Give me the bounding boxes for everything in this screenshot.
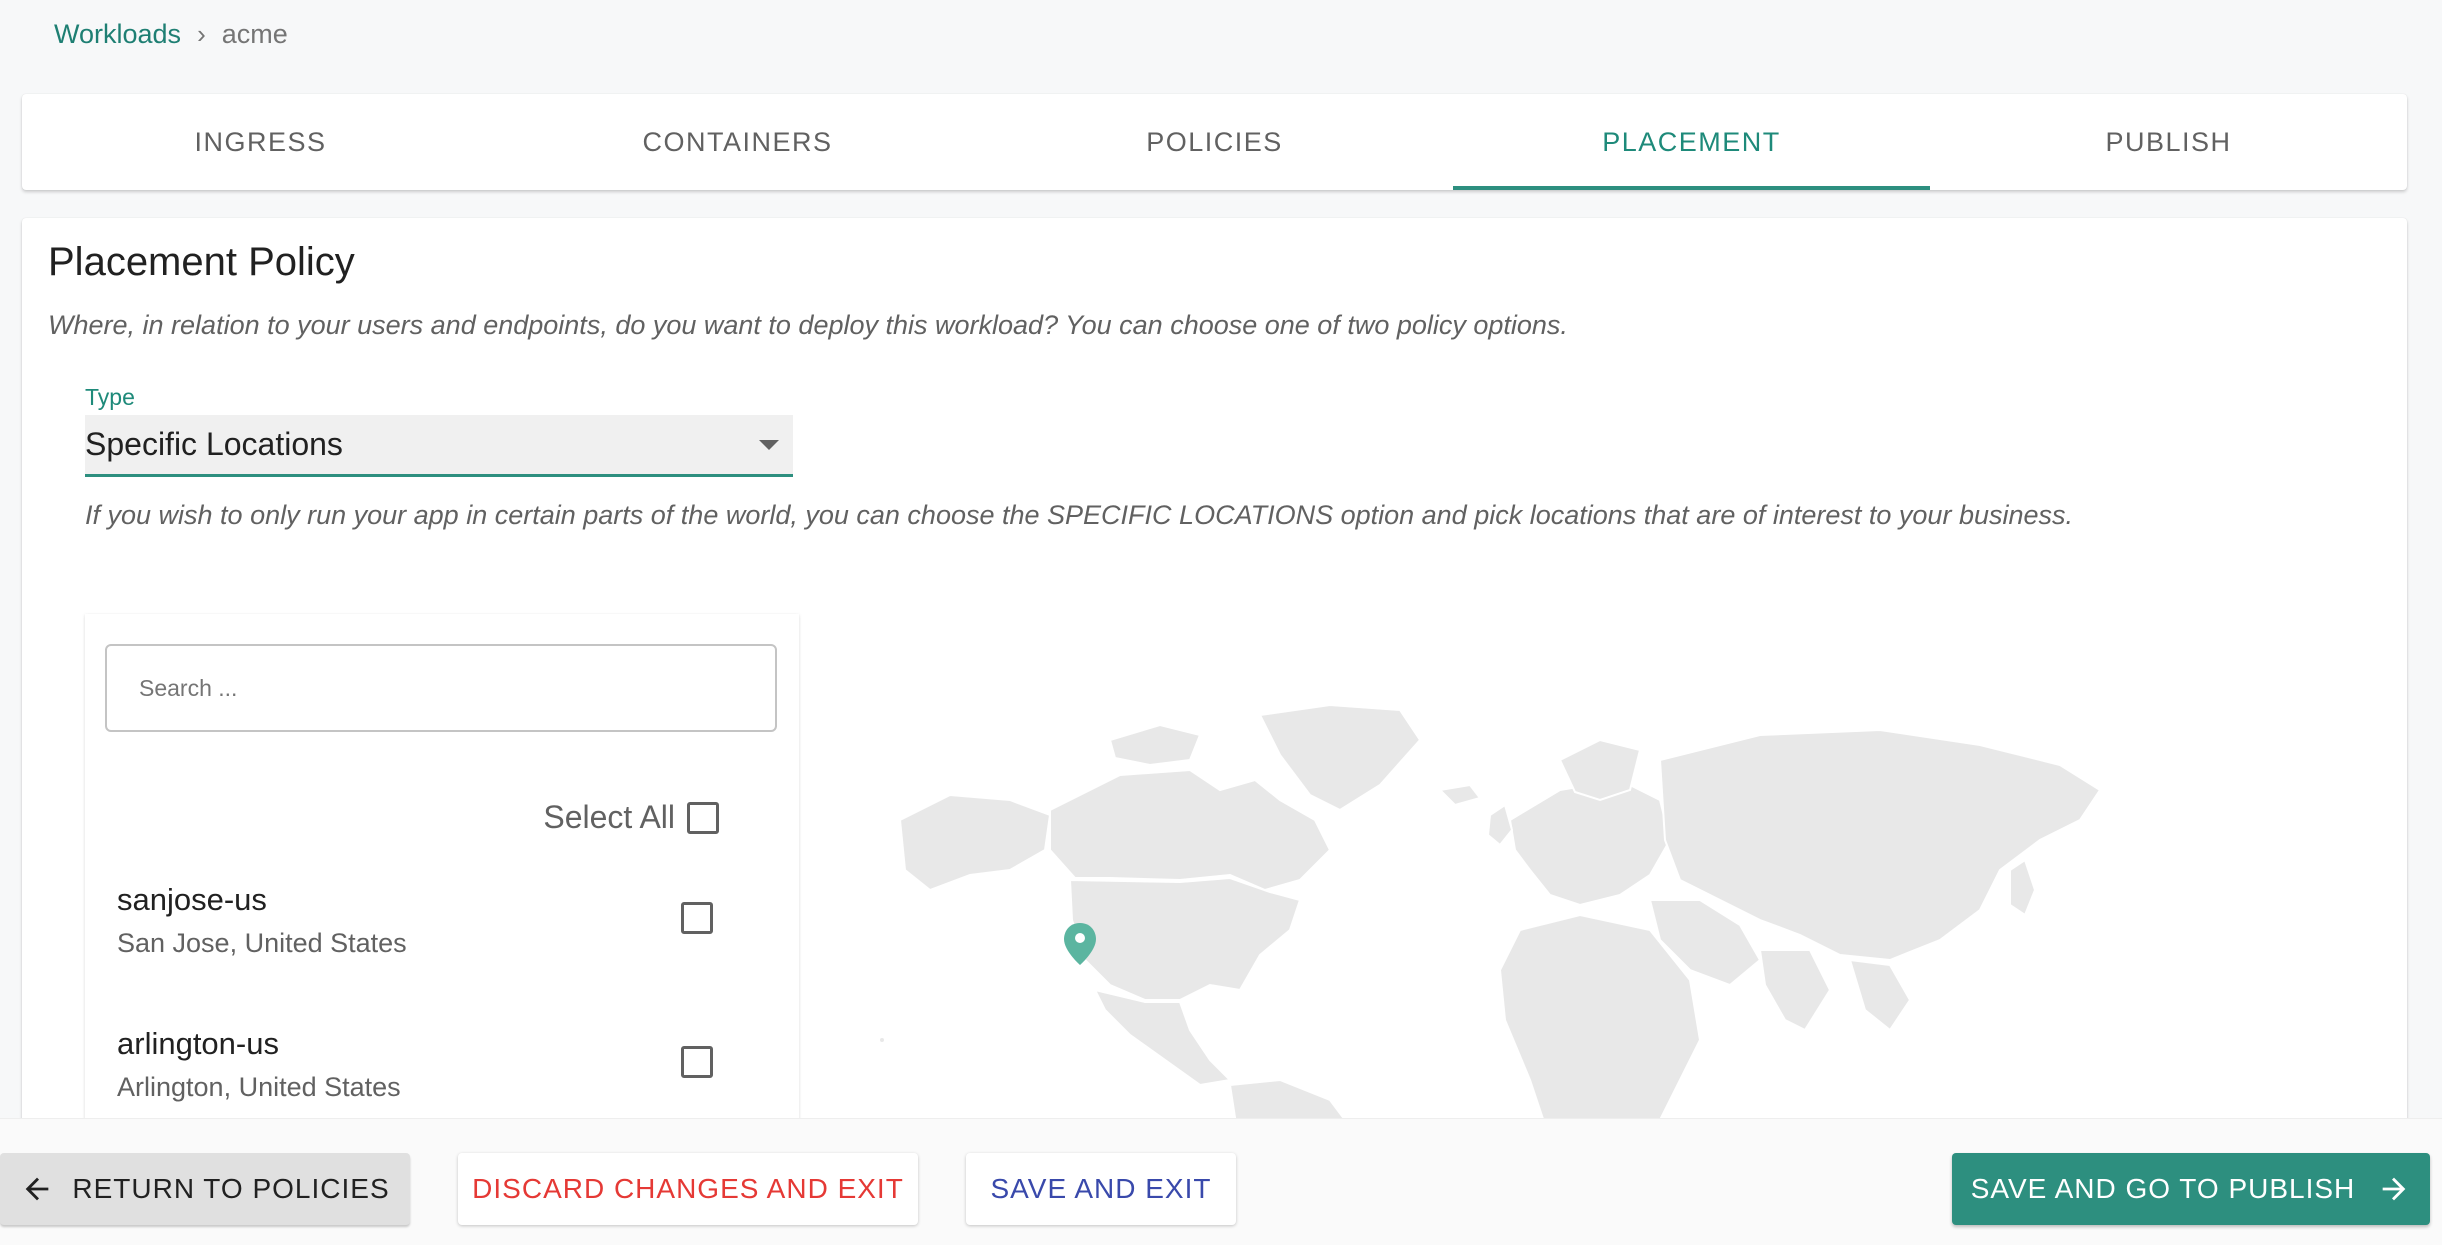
- type-help-text: If you wish to only run your app in cert…: [85, 500, 2074, 530]
- save-and-exit-button[interactable]: SAVE AND EXIT: [966, 1153, 1236, 1225]
- tab-policies[interactable]: POLICIES: [976, 94, 1453, 190]
- mexico-region: [1093, 988, 1233, 1087]
- location-city: Arlington, United States: [117, 1072, 401, 1102]
- discard-changes-button[interactable]: DISCARD CHANGES AND EXIT: [458, 1153, 918, 1225]
- placement-description: Where, in relation to your users and end…: [48, 310, 1568, 340]
- arrow-right-icon: [2382, 1177, 2406, 1201]
- type-select-value: Specific Locations: [85, 426, 343, 462]
- location-search-input[interactable]: [105, 644, 777, 732]
- location-city: San Jose, United States: [117, 928, 407, 958]
- return-to-policies-button[interactable]: RETURN TO POLICIES: [0, 1153, 410, 1225]
- tab-ingress[interactable]: INGRESS: [22, 94, 499, 190]
- arrow-left-icon: [26, 1177, 49, 1201]
- uk-region: [1486, 803, 1514, 847]
- type-select[interactable]: Specific Locations: [85, 415, 793, 477]
- alaska-region: [898, 793, 1052, 892]
- dropdown-arrow-icon: [759, 439, 779, 450]
- bottom-action-bar: RETURN TO POLICIES DISCARD CHANGES AND E…: [0, 1118, 2442, 1245]
- japan-region: [2009, 858, 2037, 917]
- list-item: arlington-us Arlington, United States: [117, 1026, 739, 1126]
- india-region: [1758, 949, 1832, 1032]
- breadcrumb: Workloads › acme: [54, 14, 288, 54]
- select-all-label: Select All: [543, 799, 675, 835]
- canada-region: [1049, 768, 1332, 892]
- workload-tabs: INGRESS CONTAINERS POLICIES PLACEMENT PU…: [22, 94, 2407, 190]
- breadcrumb-current: acme: [221, 18, 288, 49]
- location-checkbox[interactable]: [681, 1046, 713, 1078]
- save-and-publish-button[interactable]: SAVE AND GO TO PUBLISH: [1952, 1153, 2430, 1225]
- tab-placement[interactable]: PLACEMENT: [1453, 94, 1930, 190]
- select-all-checkbox[interactable]: [687, 801, 719, 834]
- greenland-region: [1258, 703, 1422, 812]
- southeast-asia-region: [1848, 958, 1912, 1032]
- type-label: Type: [85, 384, 135, 410]
- type-field: Type Specific Locations: [85, 384, 793, 477]
- location-name: sanjose-us: [117, 882, 267, 917]
- breadcrumb-workloads-link[interactable]: Workloads: [54, 19, 181, 50]
- iceland-region: [1437, 783, 1482, 807]
- return-button-label: RETURN TO POLICIES: [72, 1173, 390, 1204]
- europe-region: [1508, 778, 1672, 907]
- arctic-islands: [1108, 723, 1202, 767]
- location-name: arlington-us: [117, 1026, 279, 1061]
- usa-region: [1068, 876, 1302, 1001]
- location-checkbox[interactable]: [681, 902, 713, 934]
- publish-button-label: SAVE AND GO TO PUBLISH: [1970, 1173, 2356, 1204]
- tab-publish[interactable]: PUBLISH: [1930, 94, 2407, 190]
- list-item: sanjose-us San Jose, United States: [117, 882, 739, 982]
- chevron-right-icon: ›: [197, 18, 206, 49]
- hawaii-islands: [878, 1036, 886, 1044]
- page-title: Placement Policy: [48, 240, 355, 284]
- select-all-row: Select All: [543, 799, 719, 836]
- tab-containers[interactable]: CONTAINERS: [499, 94, 976, 190]
